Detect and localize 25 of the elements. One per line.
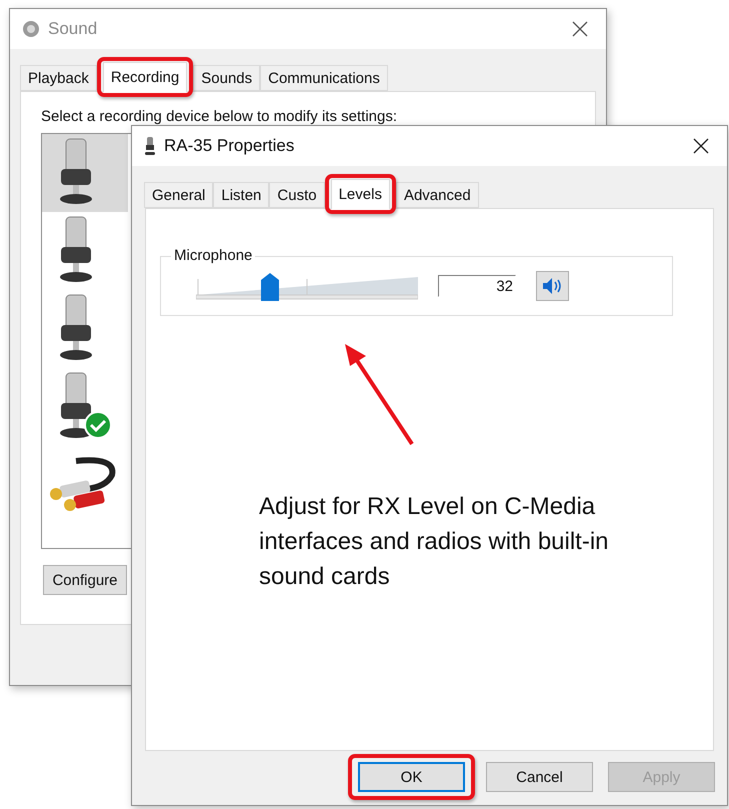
tab[interactable]: Recording <box>102 62 188 92</box>
tab[interactable]: Listen <box>213 182 270 208</box>
tab[interactable]: Sounds <box>193 65 260 91</box>
window-title: Sound <box>48 19 98 39</box>
tab[interactable]: General <box>144 182 214 208</box>
device-item[interactable] <box>42 134 128 212</box>
microphone-icon <box>144 136 156 156</box>
tab[interactable]: Levels <box>330 179 390 209</box>
level-slider[interactable] <box>196 271 418 301</box>
window-title: RA-35 Properties <box>164 136 296 156</box>
dialog-button[interactable]: OK <box>358 762 465 792</box>
tab[interactable]: Advanced <box>396 182 479 208</box>
group-label: Microphone <box>171 247 256 264</box>
close-icon[interactable] <box>693 138 709 154</box>
level-value-field[interactable]: 32 <box>438 275 516 297</box>
mute-button[interactable] <box>536 271 569 301</box>
tab[interactable]: Custo <box>269 182 325 208</box>
close-icon[interactable] <box>572 21 588 37</box>
slider-thumb[interactable] <box>261 273 280 301</box>
tab[interactable]: Communications <box>260 65 388 91</box>
tab[interactable]: Playback <box>20 65 97 91</box>
dialog-button[interactable]: Cancel <box>486 762 593 792</box>
annotation-text: Adjust for RX Level on C-Media interfaces and radios with built-in sound cards <box>259 492 610 592</box>
configure-button[interactable]: Configure <box>43 565 127 595</box>
instruction-text: Select a recording device below to modify its settings: <box>41 108 398 125</box>
